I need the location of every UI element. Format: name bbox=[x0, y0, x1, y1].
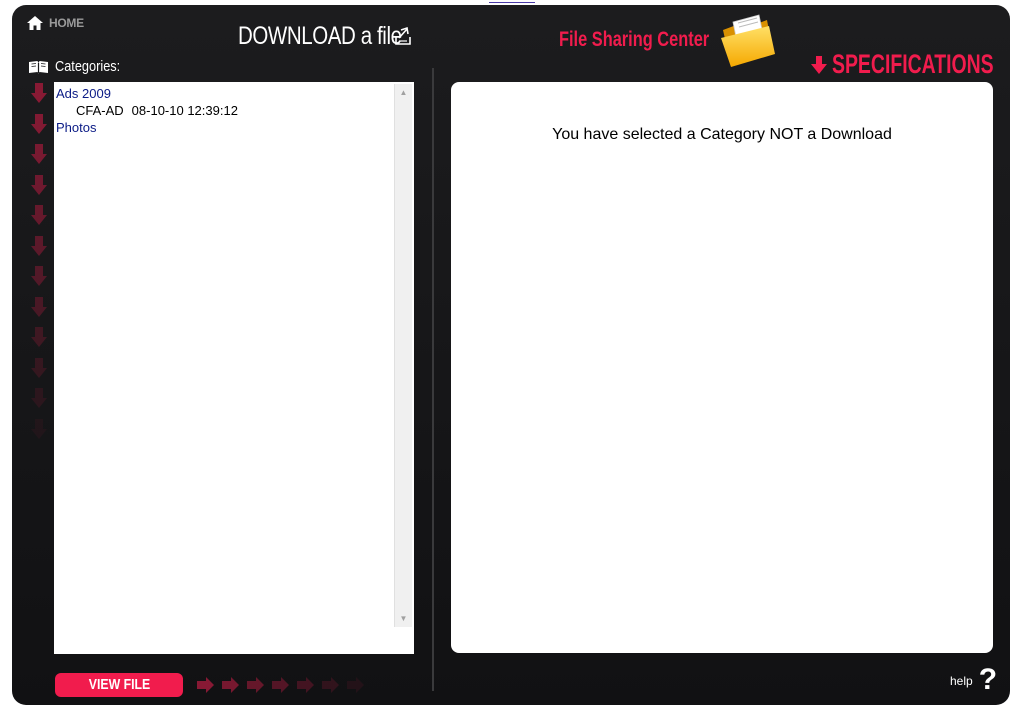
specifications-panel: You have selected a Category NOT a Downl… bbox=[451, 82, 993, 653]
down-arrow-icon bbox=[31, 266, 47, 286]
down-arrow-icon bbox=[31, 144, 47, 164]
down-arrow-icon bbox=[31, 418, 47, 439]
down-arrow-icon bbox=[31, 357, 47, 378]
right-arrow-icon bbox=[347, 677, 364, 693]
home-link[interactable]: HOME bbox=[26, 15, 84, 31]
tree-scrollbar[interactable]: ▲ ▼ bbox=[394, 84, 412, 627]
right-arrow-icon bbox=[297, 677, 314, 693]
help-link[interactable]: help ? bbox=[950, 663, 998, 696]
view-file-label: VIEW FILE bbox=[88, 676, 150, 693]
decorative-arrow-column bbox=[30, 82, 50, 448]
categories-heading: Categories: bbox=[28, 58, 132, 75]
specifications-message: You have selected a Category NOT a Downl… bbox=[552, 126, 892, 143]
down-arrow-icon bbox=[31, 388, 47, 408]
down-arrow-icon bbox=[31, 296, 47, 317]
decorative-arrow-row bbox=[196, 676, 365, 694]
home-label: HOME bbox=[49, 16, 84, 30]
page-title-text: DOWNLOAD a file bbox=[238, 22, 402, 50]
right-arrow-icon bbox=[247, 677, 264, 693]
scroll-down-arrow-icon[interactable]: ▼ bbox=[395, 610, 412, 627]
categories-label: Categories: bbox=[55, 58, 121, 75]
down-arrow-icon bbox=[31, 235, 47, 256]
brand-title: File Sharing Center bbox=[559, 28, 710, 51]
right-arrow-icon bbox=[197, 677, 214, 693]
right-arrow-icon bbox=[222, 677, 239, 693]
down-arrow-icon bbox=[31, 205, 47, 225]
folder-icon bbox=[721, 14, 775, 67]
category-tree: Ads 2009 CFA-AD 08-10-10 12:39:12 Photos bbox=[56, 85, 238, 136]
tree-file-item[interactable]: CFA-AD 08-10-10 12:39:12 bbox=[56, 102, 238, 119]
right-arrow-icon bbox=[272, 677, 289, 693]
down-arrow-icon bbox=[31, 83, 47, 103]
category-tree-panel[interactable]: Ads 2009 CFA-AD 08-10-10 12:39:12 Photos … bbox=[54, 82, 414, 654]
view-file-button[interactable]: VIEW FILE bbox=[55, 673, 183, 697]
tree-category-item[interactable]: Photos bbox=[56, 119, 238, 136]
help-label: help bbox=[950, 674, 973, 688]
scroll-up-arrow-icon[interactable]: ▲ bbox=[395, 84, 412, 101]
book-icon bbox=[29, 60, 48, 73]
right-arrow-icon bbox=[322, 677, 339, 693]
down-arrow-icon bbox=[31, 113, 47, 134]
down-arrow-icon bbox=[31, 174, 47, 195]
help-icon: ? bbox=[978, 663, 998, 696]
top-link-underline bbox=[489, 0, 535, 3]
tree-category-item[interactable]: Ads 2009 bbox=[56, 85, 238, 102]
home-icon bbox=[27, 16, 43, 30]
down-arrow-icon bbox=[31, 327, 47, 347]
specifications-label: SPECIFICATIONS bbox=[832, 49, 994, 79]
download-icon bbox=[395, 26, 411, 45]
down-arrow-icon bbox=[811, 55, 827, 74]
column-divider bbox=[432, 68, 434, 691]
file-timestamp: 08-10-10 12:39:12 bbox=[131, 103, 238, 118]
file-name: CFA-AD bbox=[76, 103, 124, 118]
specifications-heading: SPECIFICATIONS bbox=[810, 49, 1021, 80]
